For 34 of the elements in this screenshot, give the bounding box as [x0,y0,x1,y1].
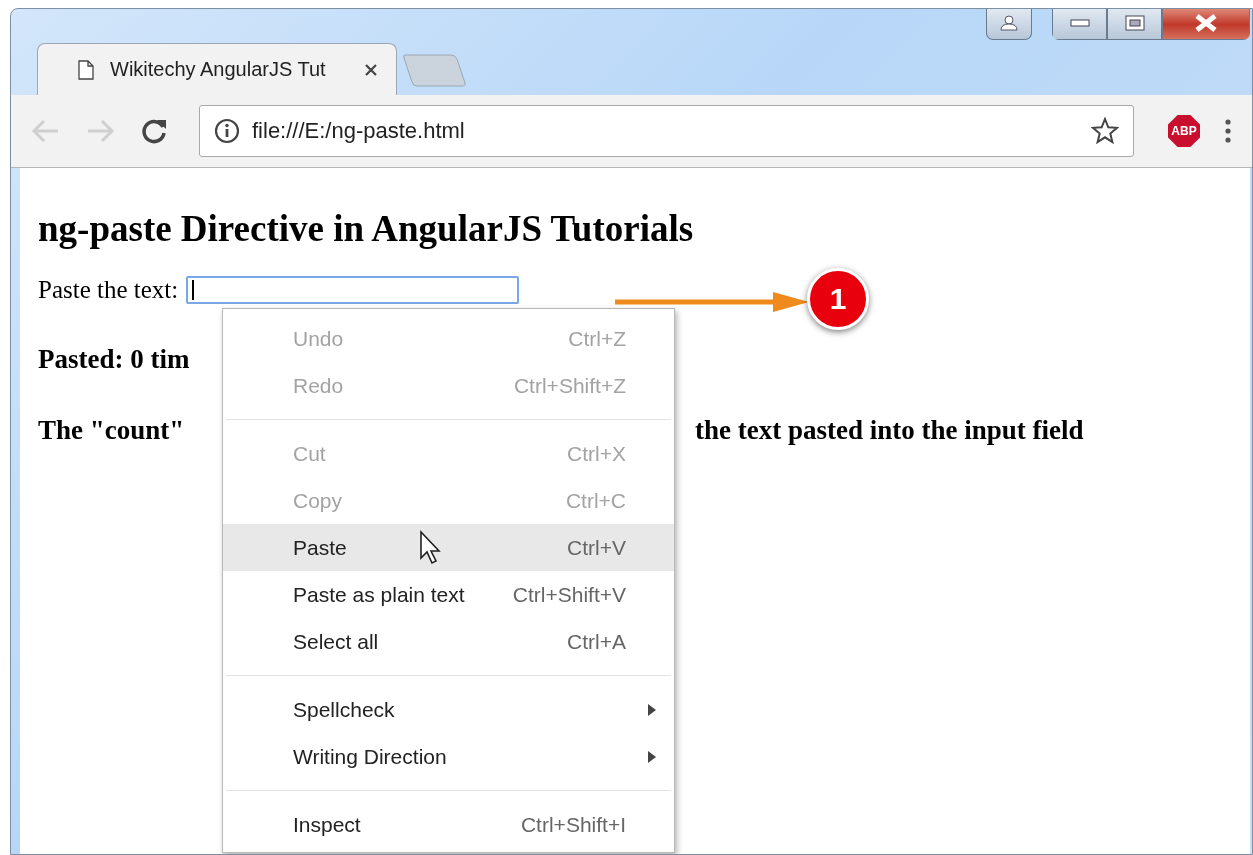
annotation-number-badge: 1 [807,268,869,330]
person-icon [1000,15,1018,31]
url-text: file:///E:/ng-paste.html [252,118,466,144]
input-label: Paste the text: [38,276,179,304]
count-description-text: the text pasted into the input field [695,415,1084,446]
minimize-button[interactable] [1052,9,1107,40]
mouse-cursor-icon [419,530,443,566]
close-button[interactable] [1162,9,1250,40]
info-icon[interactable] [214,118,240,144]
close-icon [1194,14,1218,32]
context-menu-item[interactable]: Spellcheck [223,686,674,733]
count-description-text: The "count" [38,415,186,446]
menu-icon[interactable] [1224,118,1232,144]
submenu-arrow-icon [648,703,656,716]
bookmark-star-icon[interactable] [1091,117,1119,145]
adblock-extension-button[interactable]: ABP [1168,115,1200,147]
address-bar[interactable]: file:///E:/ng-paste.html [199,105,1134,157]
maximize-button[interactable] [1107,9,1162,40]
minimize-icon [1069,18,1090,28]
context-menu-item[interactable]: Writing Direction [223,733,674,780]
page-icon [78,59,94,80]
browser-tab[interactable]: Wikitechy AngularJS Tut [37,43,397,95]
pasted-count-text: Pasted: 0 tim [38,344,191,375]
context-menu-item[interactable]: Select all Ctrl+A [223,618,674,665]
close-tab-icon[interactable] [364,62,378,77]
profile-button[interactable] [986,9,1032,40]
maximize-icon [1124,15,1145,31]
context-menu-item[interactable]: Paste as plain text Ctrl+Shift+V [223,571,674,618]
context-menu-item[interactable]: Inspect Ctrl+Shift+I [223,801,674,848]
submenu-arrow-icon [648,750,656,763]
page-heading: ng-paste Directive in AngularJS Tutorials [38,207,695,250]
text-input-field[interactable] [186,276,520,304]
context-menu-item[interactable]: Paste Ctrl+V [223,524,674,571]
tab-title: Wikitechy AngularJS Tut [110,58,327,81]
